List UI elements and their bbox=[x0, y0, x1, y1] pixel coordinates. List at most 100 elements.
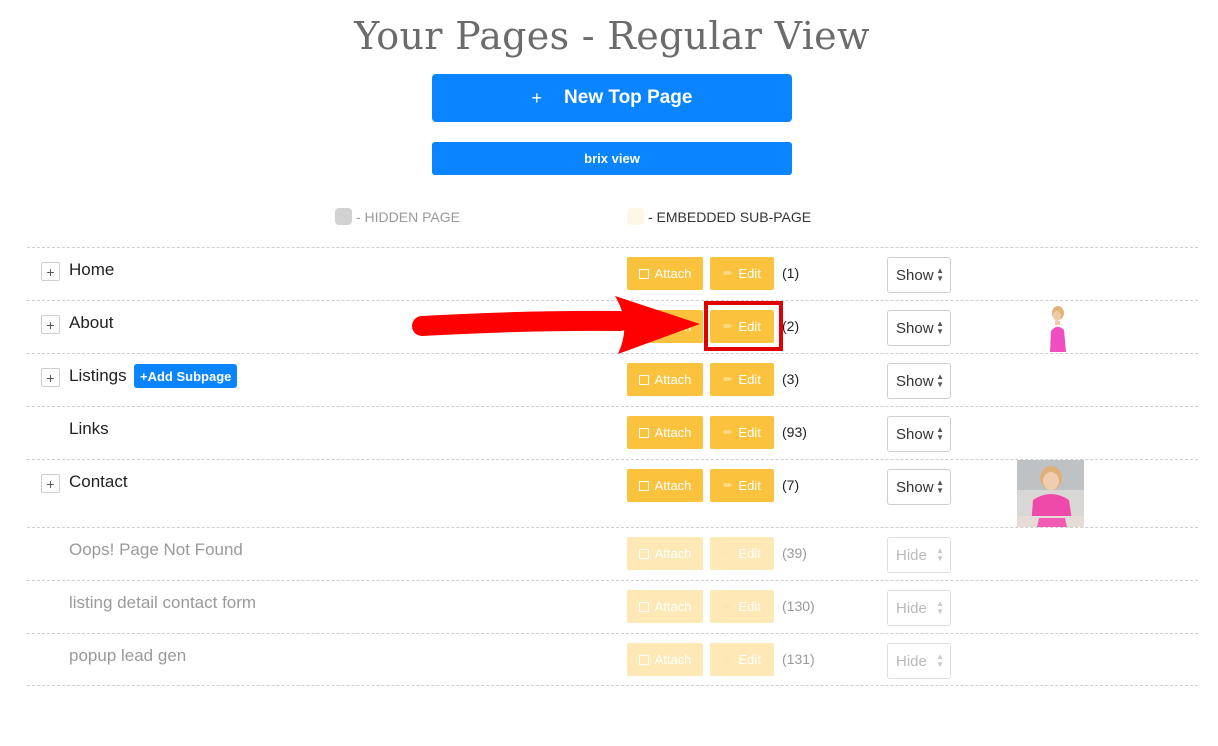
table-row: + About Attach ✏ Edit (2) Show ▲ ▼ bbox=[27, 300, 1198, 353]
page-count: (93) bbox=[782, 424, 807, 440]
expand-button[interactable]: + bbox=[41, 474, 60, 493]
hidden-swatch bbox=[335, 208, 352, 225]
attach-button[interactable]: Attach bbox=[627, 257, 703, 290]
visibility-select[interactable]: Show ▲ ▼ bbox=[887, 363, 951, 399]
pencil-icon: ✏ bbox=[723, 654, 733, 666]
pencil-icon: ✏ bbox=[723, 321, 733, 333]
edit-label: Edit bbox=[738, 266, 761, 281]
attach-label: Attach bbox=[654, 425, 692, 440]
visibility-value: Show bbox=[896, 266, 934, 284]
page-count: (1) bbox=[782, 265, 800, 281]
attach-label: Attach bbox=[654, 599, 692, 614]
visibility-value: Show bbox=[896, 372, 934, 390]
edit-button[interactable]: ✏ Edit bbox=[710, 590, 774, 623]
edit-label: Edit bbox=[738, 546, 761, 561]
attach-label: Attach bbox=[654, 546, 692, 561]
edit-button[interactable]: ✏ Edit bbox=[710, 257, 774, 290]
visibility-value: Show bbox=[896, 425, 934, 443]
edit-button[interactable]: ✏ Edit bbox=[710, 310, 774, 343]
edit-button[interactable]: ✏ Edit bbox=[710, 416, 774, 449]
attach-button[interactable]: Attach bbox=[627, 469, 703, 502]
visibility-value: Show bbox=[896, 319, 934, 337]
visibility-value: Show bbox=[896, 478, 934, 496]
page-name[interactable]: popup lead gen bbox=[69, 646, 186, 666]
attach-button[interactable]: Attach bbox=[627, 537, 703, 570]
new-top-page-label: New Top Page bbox=[564, 87, 693, 108]
table-row: Links Attach ✏ Edit (93) Show ▲ ▼ bbox=[27, 406, 1198, 459]
add-subpage-button[interactable]: +Add Subpage bbox=[134, 364, 238, 388]
table-row: + Contact Attach ✏ Edit (7) Show ▲ ▼ bbox=[27, 459, 1198, 527]
plus-icon: + bbox=[46, 263, 55, 280]
plus-icon: + bbox=[531, 87, 543, 108]
page-count: (7) bbox=[782, 477, 800, 493]
pencil-icon: ✏ bbox=[723, 601, 733, 613]
attach-button[interactable]: Attach bbox=[627, 643, 703, 676]
edit-label: Edit bbox=[738, 478, 761, 493]
page-count: (131) bbox=[782, 651, 815, 667]
table-row: popup lead gen Attach ✏ Edit (131) Hide ▲ ▼ bbox=[27, 633, 1198, 686]
checkbox-icon bbox=[638, 268, 649, 279]
checkbox-icon bbox=[638, 601, 649, 612]
visibility-select[interactable]: Show ▲ ▼ bbox=[887, 416, 951, 452]
pencil-icon: ✏ bbox=[723, 548, 733, 560]
page-name[interactable]: Oops! Page Not Found bbox=[69, 540, 243, 560]
visibility-select[interactable]: Show ▲ ▼ bbox=[887, 310, 951, 346]
attach-label: Attach bbox=[654, 372, 692, 387]
page-title: Your Pages - Regular View bbox=[354, 14, 870, 58]
attach-button[interactable]: Attach bbox=[627, 590, 703, 623]
visibility-value: Hide bbox=[896, 652, 927, 670]
attach-button[interactable]: Attach bbox=[627, 310, 703, 343]
plus-icon: + bbox=[46, 475, 55, 492]
table-row: Oops! Page Not Found Attach ✏ Edit (39) H… bbox=[27, 527, 1198, 580]
edit-button[interactable]: ✏ Edit bbox=[710, 643, 774, 676]
visibility-select[interactable]: Hide ▲ ▼ bbox=[887, 537, 951, 573]
select-arrows-icon: ▲ ▼ bbox=[936, 652, 944, 669]
page-name[interactable]: Contact bbox=[69, 472, 128, 492]
checkbox-icon bbox=[638, 321, 649, 332]
pencil-icon: ✏ bbox=[723, 480, 733, 492]
attach-label: Attach bbox=[654, 652, 692, 667]
plus-icon: + bbox=[46, 316, 55, 333]
page-name[interactable]: About bbox=[69, 313, 113, 333]
expand-button[interactable]: + bbox=[41, 262, 60, 281]
legend-hidden-label: - HIDDEN PAGE bbox=[356, 208, 460, 225]
checkbox-icon bbox=[638, 374, 649, 385]
visibility-value: Hide bbox=[896, 599, 927, 617]
page-count: (3) bbox=[782, 371, 800, 387]
brix-view-button[interactable]: brix view bbox=[432, 142, 792, 175]
visibility-select[interactable]: Show ▲ ▼ bbox=[887, 469, 951, 505]
attach-button[interactable]: Attach bbox=[627, 416, 703, 449]
page-name[interactable]: Listings bbox=[69, 366, 127, 386]
page-name[interactable]: Links bbox=[69, 419, 109, 439]
new-top-page-button[interactable]: + New Top Page bbox=[432, 74, 792, 122]
pages-table: + Home Attach ✏ Edit (1) Show ▲ ▼ + About A… bbox=[27, 247, 1198, 686]
plus-icon: + bbox=[46, 369, 55, 386]
visibility-select[interactable]: Show ▲ ▼ bbox=[887, 257, 951, 293]
select-arrows-icon: ▲ ▼ bbox=[936, 478, 944, 495]
visibility-select[interactable]: Hide ▲ ▼ bbox=[887, 590, 951, 626]
table-row: + Home Attach ✏ Edit (1) Show ▲ ▼ bbox=[27, 247, 1198, 300]
select-arrows-icon: ▲ ▼ bbox=[936, 266, 944, 283]
edit-button[interactable]: ✏ Edit bbox=[710, 537, 774, 570]
page-name[interactable]: listing detail contact form bbox=[69, 593, 256, 613]
expand-button[interactable]: + bbox=[41, 315, 60, 334]
embedded-swatch bbox=[627, 208, 644, 225]
pencil-icon: ✏ bbox=[723, 268, 733, 280]
page-count: (39) bbox=[782, 545, 807, 561]
edit-label: Edit bbox=[738, 652, 761, 667]
checkbox-icon bbox=[638, 654, 649, 665]
select-arrows-icon: ▲ ▼ bbox=[936, 425, 944, 442]
attach-button[interactable]: Attach bbox=[627, 363, 703, 396]
select-arrows-icon: ▲ ▼ bbox=[936, 319, 944, 336]
pencil-icon: ✏ bbox=[723, 374, 733, 386]
checkbox-icon bbox=[638, 480, 649, 491]
visibility-select[interactable]: Hide ▲ ▼ bbox=[887, 643, 951, 679]
expand-button[interactable]: + bbox=[41, 368, 60, 387]
edit-label: Edit bbox=[738, 319, 761, 334]
page-name[interactable]: Home bbox=[69, 260, 114, 280]
edit-button[interactable]: ✏ Edit bbox=[710, 469, 774, 502]
edit-button[interactable]: ✏ Edit bbox=[710, 363, 774, 396]
page-thumbnail bbox=[1042, 303, 1072, 352]
edit-label: Edit bbox=[738, 372, 761, 387]
visibility-value: Hide bbox=[896, 546, 927, 564]
